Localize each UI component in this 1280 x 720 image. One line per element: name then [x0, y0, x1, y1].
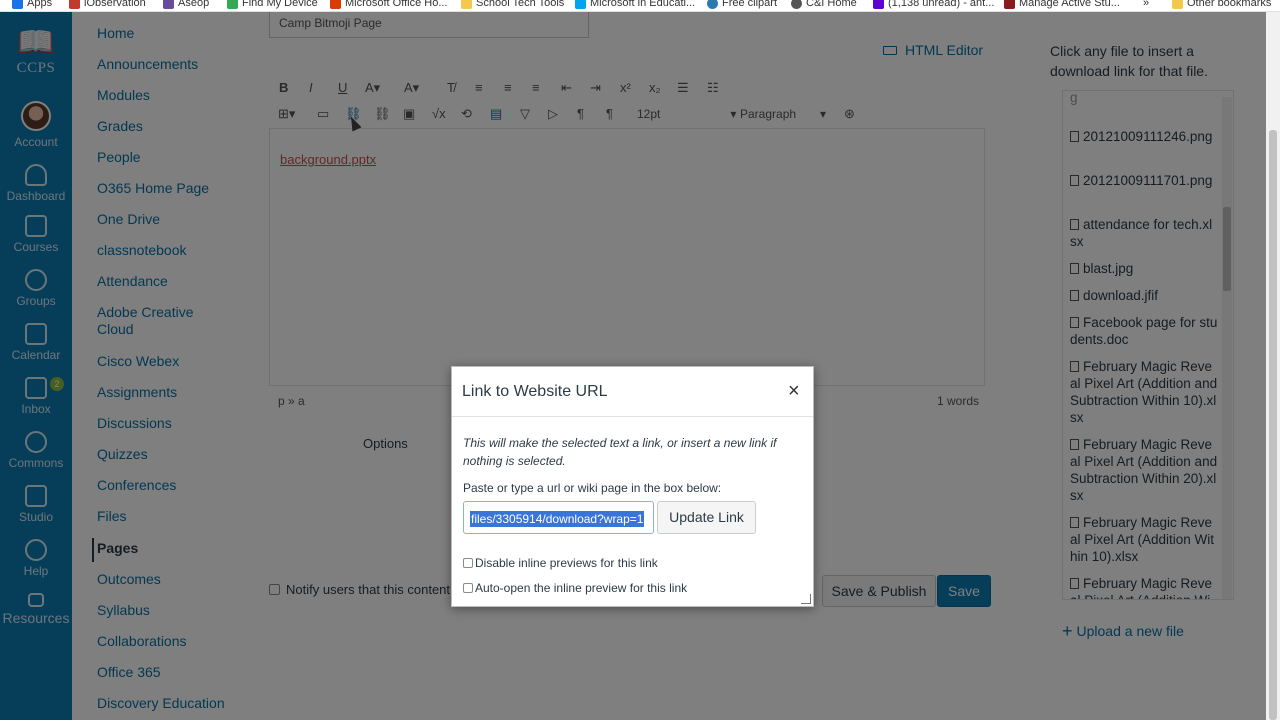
url-prompt: Paste or type a url or wiki page in the … [463, 481, 722, 495]
google-icon [227, 0, 238, 9]
microsoft-icon [575, 0, 586, 9]
auto-open-preview-checkbox[interactable]: Auto-open the inline preview for this li… [463, 581, 687, 595]
bookmark-free-clipart[interactable]: Free clipart [707, 0, 777, 9]
globe-icon [707, 0, 718, 9]
link-dialog: Link to Website URL × This will make the… [451, 366, 814, 607]
bookmark-find-my-device[interactable]: Find My Device [227, 0, 318, 9]
dialog-header: Link to Website URL × [452, 367, 813, 417]
dialog-title: Link to Website URL [462, 383, 608, 400]
folder-icon [461, 0, 472, 9]
resize-handle-icon[interactable] [801, 594, 811, 604]
ez-icon [1004, 0, 1015, 9]
bookmarks-bar: Apps iObservation Aseop Find My Device M… [0, 0, 1280, 12]
bookmark-manage-students[interactable]: Manage Active Stu... [1004, 0, 1120, 9]
bookmark-iobservation[interactable]: iObservation [69, 0, 146, 9]
update-link-button[interactable]: Update Link [657, 501, 756, 534]
bookmarks-overflow-button[interactable]: » [1143, 0, 1149, 9]
disable-previews-checkbox[interactable]: Disable inline previews for this link [463, 556, 658, 570]
apps-icon [12, 0, 23, 9]
bookmark-ci-home[interactable]: C&I Home [791, 0, 857, 9]
yahoo-icon [873, 0, 884, 9]
checkbox[interactable] [463, 558, 473, 568]
office-icon [330, 0, 341, 9]
checkbox[interactable] [463, 583, 473, 593]
folder-icon [1172, 0, 1183, 9]
bookmark-microsoft-education[interactable]: Microsoft in Educati... [575, 0, 695, 9]
close-icon[interactable]: × [788, 380, 800, 402]
aseop-icon [163, 0, 174, 9]
bookmark-other[interactable]: Other bookmarks [1172, 0, 1271, 9]
dialog-info-text: This will make the selected text a link,… [463, 436, 777, 468]
bookmark-school-tech-tools[interactable]: School Tech Tools [461, 0, 564, 9]
bookmark-office-home[interactable]: Microsoft Office Ho... [330, 0, 448, 9]
globe-icon [791, 0, 802, 9]
url-input[interactable]: files/3305914/download?wrap=1 [463, 501, 654, 534]
iobservation-icon [69, 0, 80, 9]
scrollbar-thumb[interactable] [1269, 130, 1277, 720]
url-input-value: files/3305914/download?wrap=1 [470, 511, 645, 527]
bookmark-aseop[interactable]: Aseop [163, 0, 209, 9]
bookmark-apps[interactable]: Apps [12, 0, 52, 9]
bookmark-yahoo-mail[interactable]: (1,138 unread) - ant... [873, 0, 994, 9]
page-scrollbar[interactable] [1266, 12, 1280, 720]
